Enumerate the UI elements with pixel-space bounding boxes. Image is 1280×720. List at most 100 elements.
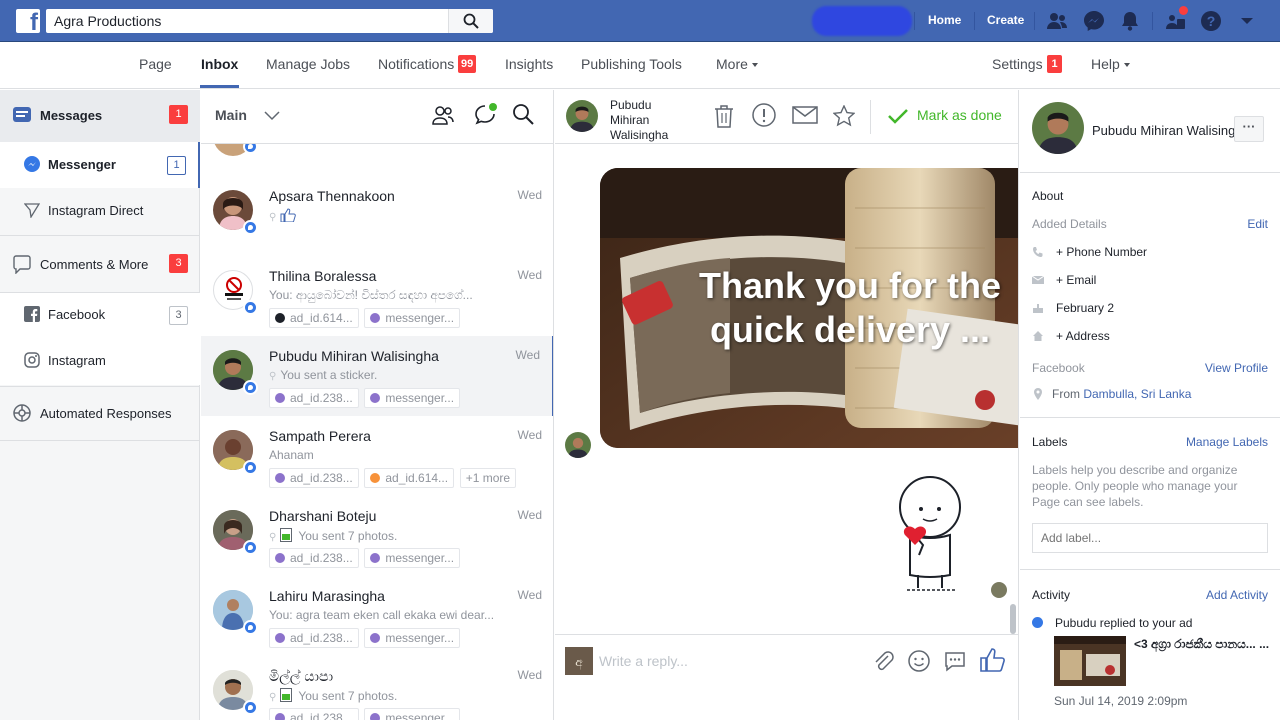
sidebar-item-messenger[interactable]: Messenger 1	[0, 142, 200, 188]
label-tag[interactable]: messenger...	[364, 708, 461, 720]
spam-icon[interactable]	[752, 103, 776, 127]
sidebar-item-label: Comments & More	[40, 257, 149, 272]
search-input[interactable]	[46, 9, 448, 33]
edit-link[interactable]: Edit	[1247, 217, 1268, 231]
emoji-icon[interactable]	[907, 649, 931, 673]
contact-info-panel: Pubudu Mihiran Walisingha ··· About Adde…	[1020, 90, 1280, 720]
nav-manage-jobs[interactable]: Manage Jobs	[266, 56, 350, 72]
conversation-scroll[interactable]: Apsara Thennakoon Wed ⚲ Thilina Boraless…	[201, 144, 553, 720]
account-menu-icon[interactable]	[1235, 9, 1259, 33]
facebook-logo-icon[interactable]: f	[16, 9, 40, 33]
nav-help[interactable]: Help	[1091, 56, 1130, 72]
chat-panel: Pubudu Mihiran Walisingha Mark as done T…	[555, 90, 1019, 720]
label-tag[interactable]: messenger...	[364, 388, 461, 408]
nav-settings[interactable]: Settings	[992, 56, 1043, 72]
label-tag[interactable]: messenger...	[364, 548, 461, 568]
label-tag[interactable]: ad_id.238...	[269, 548, 359, 568]
conversation-snippet: ⚲ You sent 7 photos.	[269, 688, 544, 703]
email-row[interactable]: + Email	[1032, 273, 1096, 287]
nav-notifications[interactable]: Notifications	[378, 56, 454, 72]
label-tag[interactable]: ad_id.238...	[269, 468, 359, 488]
label-tag[interactable]: messenger...	[364, 308, 461, 328]
address-row[interactable]: + Address	[1032, 329, 1110, 343]
list-item[interactable]: Dharshani Boteju Wed ⚲ You sent 7 photos.…	[201, 496, 553, 576]
sidebar-item-facebook[interactable]: Facebook 3	[0, 293, 200, 339]
avatar[interactable]	[1032, 102, 1084, 154]
sidebar-item-comments[interactable]: Comments & More 3	[0, 236, 200, 292]
conversation-snippet: You: agra team eken call ekaka ewi dear.…	[269, 608, 495, 622]
location-pin-icon	[1034, 388, 1042, 400]
avatar[interactable]	[566, 100, 598, 132]
label-tag[interactable]: messenger...	[364, 628, 461, 648]
search-icon[interactable]	[512, 103, 534, 125]
messages-icon	[13, 107, 31, 122]
ad-thumbnail[interactable]	[1054, 636, 1126, 686]
more-options-button[interactable]: ···	[1234, 116, 1264, 142]
nav-inbox[interactable]: Inbox	[201, 56, 238, 72]
nav-more[interactable]: More	[716, 56, 758, 72]
find-friends-icon[interactable]	[1045, 9, 1069, 33]
home-link[interactable]: Home	[928, 13, 961, 27]
sidebar-item-instagram-direct[interactable]: Instagram Direct	[0, 188, 200, 234]
mark-unread-icon[interactable]	[792, 106, 818, 124]
contact-name[interactable]: Pubudu Mihiran Walisingha	[1092, 123, 1234, 138]
star-icon[interactable]	[833, 105, 855, 127]
sidebar-item-messages[interactable]: Messages 1	[0, 90, 200, 142]
label-tag[interactable]: ad_id.238...	[269, 388, 359, 408]
help-icon[interactable]: ?	[1199, 9, 1223, 33]
photo-message[interactable]: Thank you for the quick delivery ...	[600, 168, 1018, 448]
facebook-label: Facebook	[1032, 361, 1085, 375]
sticker-image[interactable]	[885, 475, 975, 595]
search-button[interactable]	[448, 9, 493, 33]
sidebar-item-instagram[interactable]: Instagram	[0, 339, 200, 385]
tag-label: ad_id.238...	[290, 711, 353, 720]
conversation-snippet: ⚲ You sent a sticker.	[269, 368, 544, 382]
list-item-active[interactable]: Pubudu Mihiran Walisingha Wed ⚲ You sent …	[201, 336, 553, 416]
filter-dropdown-label[interactable]: Main	[215, 107, 247, 123]
view-profile-link[interactable]: View Profile	[1205, 361, 1268, 375]
comment-icon	[13, 255, 31, 274]
label-tag[interactable]: ad_id.614...	[269, 308, 359, 328]
list-item[interactable]: Lahiru Marasingha Wed You: agra team eke…	[201, 576, 553, 656]
sidebar-item-label: Messenger	[48, 157, 116, 172]
activity-dot	[1032, 617, 1043, 628]
list-item[interactable]: Sampath Perera Wed Ahanam ad_id.238... a…	[201, 416, 553, 496]
add-activity-link[interactable]: Add Activity	[1206, 588, 1268, 602]
unread-chat-icon[interactable]	[474, 102, 498, 126]
facebook-icon	[24, 306, 40, 322]
attachment-icon[interactable]	[871, 649, 895, 673]
checkmark-icon	[888, 109, 908, 124]
people-icon[interactable]	[431, 104, 455, 126]
label-tag[interactable]: ad_id.614...	[364, 468, 455, 488]
ad-title[interactable]: <3 අග්‍රා රාජකීය පානය... ...	[1134, 637, 1270, 652]
phone-row[interactable]: + Phone Number	[1032, 245, 1147, 259]
chat-contact-name[interactable]: Pubudu Mihiran Walisingha	[610, 98, 685, 143]
sidebar-item-automated-responses[interactable]: Automated Responses	[0, 387, 200, 439]
nav-insights[interactable]: Insights	[505, 56, 553, 72]
list-item[interactable]: Thilina Boralessa Wed You: ආයුබෝවන්! විස…	[201, 256, 553, 336]
page-avatar: අ	[565, 647, 593, 675]
notifications-icon[interactable]	[1118, 9, 1142, 33]
list-item[interactable]: Apsara Thennakoon Wed ⚲	[201, 176, 553, 256]
messenger-icon[interactable]	[1082, 9, 1106, 33]
list-item[interactable]: මිල්ල් යාපා Wed ⚲ You sent 7 photos. ad_i…	[201, 656, 553, 720]
trash-icon[interactable]	[713, 104, 735, 128]
messenger-badge-icon	[243, 460, 258, 475]
label-tag[interactable]: ad_id.238...	[269, 708, 359, 720]
add-label-input[interactable]	[1032, 523, 1268, 553]
reply-input[interactable]	[599, 649, 859, 673]
sidebar-item-label: Messages	[40, 108, 103, 123]
chat-scrollbar[interactable]	[1010, 604, 1016, 634]
home-icon	[1033, 331, 1043, 341]
more-tags[interactable]: +1 more	[459, 468, 517, 488]
nav-publishing-tools[interactable]: Publishing Tools	[581, 56, 682, 72]
like-button-icon[interactable]	[979, 647, 1005, 673]
chevron-down-icon[interactable]	[264, 111, 280, 121]
conversation-time: Wed	[517, 268, 542, 282]
nav-page[interactable]: Page	[139, 56, 172, 72]
label-tag[interactable]: ad_id.238...	[269, 628, 359, 648]
manage-labels-link[interactable]: Manage Labels	[1186, 435, 1268, 449]
location-link[interactable]: Dambulla, Sri Lanka	[1083, 387, 1191, 401]
saved-replies-icon[interactable]	[943, 649, 967, 673]
create-link[interactable]: Create	[987, 13, 1024, 27]
